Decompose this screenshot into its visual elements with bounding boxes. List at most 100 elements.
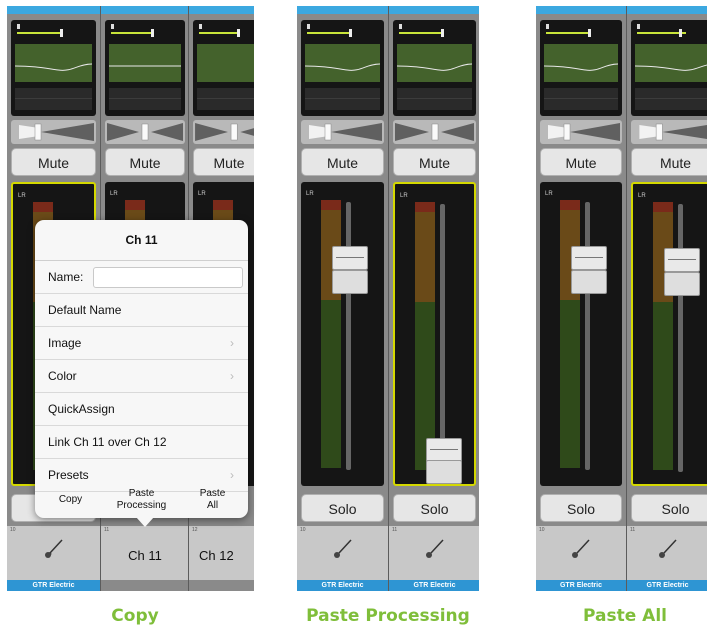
fader-cap[interactable] — [664, 248, 700, 272]
channel-name-area[interactable]: 12 Ch 12 — [189, 526, 254, 580]
fader-section[interactable]: LR — [301, 182, 384, 486]
channel-processing-box[interactable] — [301, 20, 384, 116]
channel-strip-11: Mute LR Solo 11 GTR Electric — [388, 6, 479, 591]
electric-guitar-icon — [569, 536, 593, 560]
channel-footer: GTR Electric — [536, 580, 626, 591]
pan-control[interactable] — [11, 120, 96, 144]
channel-processing-box[interactable] — [11, 20, 96, 116]
solo-button[interactable]: Solo — [631, 494, 707, 522]
gain-slider[interactable] — [305, 23, 380, 37]
channel-name-area[interactable]: 11 — [627, 526, 707, 580]
channel-top-bar — [389, 6, 479, 14]
fader-cap[interactable] — [426, 438, 462, 462]
fader-section[interactable]: LR — [393, 182, 476, 486]
channel-top-bar — [189, 6, 254, 14]
copy-button[interactable]: Copy — [35, 482, 106, 518]
channel-processing-box[interactable] — [393, 20, 476, 116]
channel-processing-box[interactable] — [193, 20, 254, 116]
menu-item-color[interactable]: Color › — [35, 360, 248, 393]
fader-track — [585, 202, 590, 470]
eq-graph[interactable] — [305, 44, 380, 82]
lr-label: LR — [306, 191, 314, 197]
mute-button[interactable]: Mute — [540, 148, 622, 176]
menu-item-image[interactable]: Image › — [35, 327, 248, 360]
channel-processing-box[interactable] — [540, 20, 622, 116]
channel-processing-box[interactable] — [105, 20, 185, 116]
eq-graph[interactable] — [15, 44, 92, 82]
channel-name-area[interactable]: 10 — [297, 526, 388, 580]
mute-button[interactable]: Mute — [105, 148, 185, 176]
lr-label: LR — [18, 193, 26, 199]
menu-item-link-channels[interactable]: Link Ch 11 over Ch 12 — [35, 426, 248, 459]
dynamics-display[interactable] — [635, 88, 707, 110]
gain-slider[interactable] — [109, 23, 181, 37]
paste-processing-label: Paste Processing — [116, 488, 167, 511]
dynamics-display[interactable] — [397, 88, 472, 110]
paste-processing-button[interactable]: Paste Processing — [106, 482, 177, 518]
channel-processing-box[interactable] — [631, 20, 707, 116]
pan-control[interactable] — [631, 120, 707, 144]
channel-number: 10 — [539, 527, 545, 533]
dynamics-display[interactable] — [15, 88, 92, 110]
channel-name-area[interactable]: 10 — [536, 526, 626, 580]
lr-label: LR — [638, 193, 646, 199]
channel-footer: GTR Electric — [389, 580, 479, 591]
fader-cap-secondary[interactable] — [426, 460, 462, 484]
mute-button[interactable]: Mute — [393, 148, 476, 176]
fader-section[interactable]: LR — [540, 182, 622, 486]
dynamics-display[interactable] — [305, 88, 380, 110]
menu-item-label: Image — [48, 336, 82, 350]
fader-cap-secondary[interactable] — [571, 270, 607, 294]
channel-top-bar — [7, 6, 100, 14]
pan-control[interactable] — [393, 120, 476, 144]
panel-paste-processing: Mute LR Solo 10 GTR Electric Mute LR Sol… — [297, 6, 479, 591]
solo-button[interactable]: Solo — [301, 494, 384, 522]
eq-graph[interactable] — [635, 44, 707, 82]
eq-graph[interactable] — [544, 44, 618, 82]
pan-control[interactable] — [540, 120, 622, 144]
fader-cap-secondary[interactable] — [664, 272, 700, 296]
fader-section[interactable]: LR — [631, 182, 707, 486]
mute-button[interactable]: Mute — [11, 148, 96, 176]
pan-control[interactable] — [301, 120, 384, 144]
channel-strip-10: Mute LR Solo 10 GTR Electric — [297, 6, 388, 591]
dynamics-display[interactable] — [109, 88, 181, 110]
channel-strip-11: Mute LR Solo 11 GTR Electric — [626, 6, 707, 591]
channel-number: 11 — [392, 527, 398, 533]
channel-name-area[interactable]: 10 — [7, 526, 100, 580]
gain-slider[interactable] — [197, 23, 254, 37]
fader-cap[interactable] — [571, 246, 607, 270]
eq-graph[interactable] — [109, 44, 181, 82]
channel-name-area[interactable]: 11 — [389, 526, 479, 580]
solo-button[interactable]: Solo — [393, 494, 476, 522]
channel-name-area[interactable]: 11 Ch 11 — [101, 526, 189, 580]
paste-all-label: Paste All — [199, 488, 226, 511]
fader-cap[interactable] — [332, 246, 368, 270]
menu-item-default-name[interactable]: Default Name — [35, 294, 248, 327]
name-row: Name: — [35, 261, 248, 294]
solo-button[interactable]: Solo — [540, 494, 622, 522]
pan-control[interactable] — [105, 120, 185, 144]
fader-cap-secondary[interactable] — [332, 270, 368, 294]
caption-paste-all: Paste All — [583, 606, 667, 626]
pan-control[interactable] — [193, 120, 254, 144]
paste-all-button[interactable]: Paste All — [177, 482, 248, 518]
channel-number: 11 — [630, 527, 636, 533]
fader-track — [440, 204, 445, 472]
mute-button[interactable]: Mute — [193, 148, 254, 176]
eq-graph[interactable] — [197, 44, 254, 82]
gain-slider[interactable] — [635, 23, 707, 37]
gain-slider[interactable] — [544, 23, 618, 37]
mute-button[interactable]: Mute — [301, 148, 384, 176]
channel-name: Ch 12 — [199, 548, 234, 563]
dynamics-display[interactable] — [197, 88, 254, 110]
level-meter — [415, 202, 435, 470]
gain-slider[interactable] — [397, 23, 472, 37]
eq-graph[interactable] — [397, 44, 472, 82]
menu-item-quickassign[interactable]: QuickAssign — [35, 393, 248, 426]
name-field[interactable] — [93, 267, 243, 288]
mute-button[interactable]: Mute — [631, 148, 707, 176]
gain-slider[interactable] — [15, 23, 92, 37]
dynamics-display[interactable] — [544, 88, 618, 110]
caption-paste-processing: Paste Processing — [306, 606, 470, 626]
